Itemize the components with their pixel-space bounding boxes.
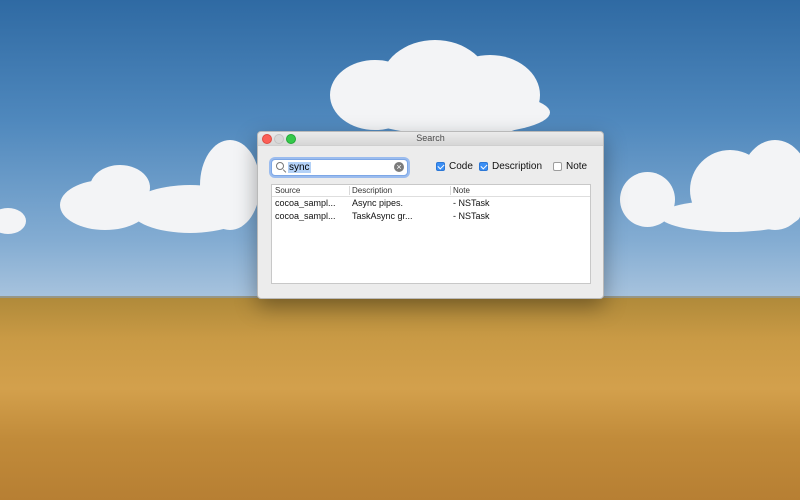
column-header-description[interactable]: Description [352,186,392,195]
note-checkbox-label: Note [566,161,588,172]
note-checkbox[interactable]: Note [553,161,587,172]
results-table[interactable]: Source Description Note cocoa_sampl... A… [271,184,591,284]
checkbox-unchecked-icon[interactable] [553,162,562,171]
search-input-value[interactable]: sync [288,162,311,173]
cloud [360,90,550,135]
column-divider[interactable] [349,186,350,195]
cell-note: - NSTask [453,211,490,221]
column-header-note[interactable]: Note [453,186,470,195]
cell-description: Async pipes. [352,198,404,208]
cloud [200,140,260,230]
table-row[interactable]: cocoa_sampl... Async pipes. - NSTask [272,197,590,210]
code-checkbox-label: Code [449,161,473,172]
table-header: Source Description Note [272,185,590,197]
checkbox-checked-icon[interactable] [436,162,445,171]
cloud [660,200,800,232]
window-title: Search [416,133,445,143]
grass-field [0,298,800,500]
search-window[interactable]: Search sync × Code Description Note Sour… [257,131,604,299]
checkbox-checked-icon[interactable] [479,162,488,171]
code-checkbox[interactable]: Code [436,161,473,172]
description-checkbox-label: Description [492,161,543,172]
cell-source: cocoa_sampl... [275,211,336,221]
cell-source: cocoa_sampl... [275,198,336,208]
search-input[interactable]: sync × [271,159,408,176]
column-header-source[interactable]: Source [275,186,300,195]
column-divider[interactable] [450,186,451,195]
cell-description: TaskAsync gr... [352,211,413,221]
table-row[interactable]: cocoa_sampl... TaskAsync gr... - NSTask [272,210,590,223]
cell-note: - NSTask [453,198,490,208]
description-checkbox[interactable]: Description [479,161,542,172]
clear-search-icon[interactable]: × [394,162,404,172]
search-icon [276,162,284,170]
title-bar[interactable]: Search [258,132,603,146]
